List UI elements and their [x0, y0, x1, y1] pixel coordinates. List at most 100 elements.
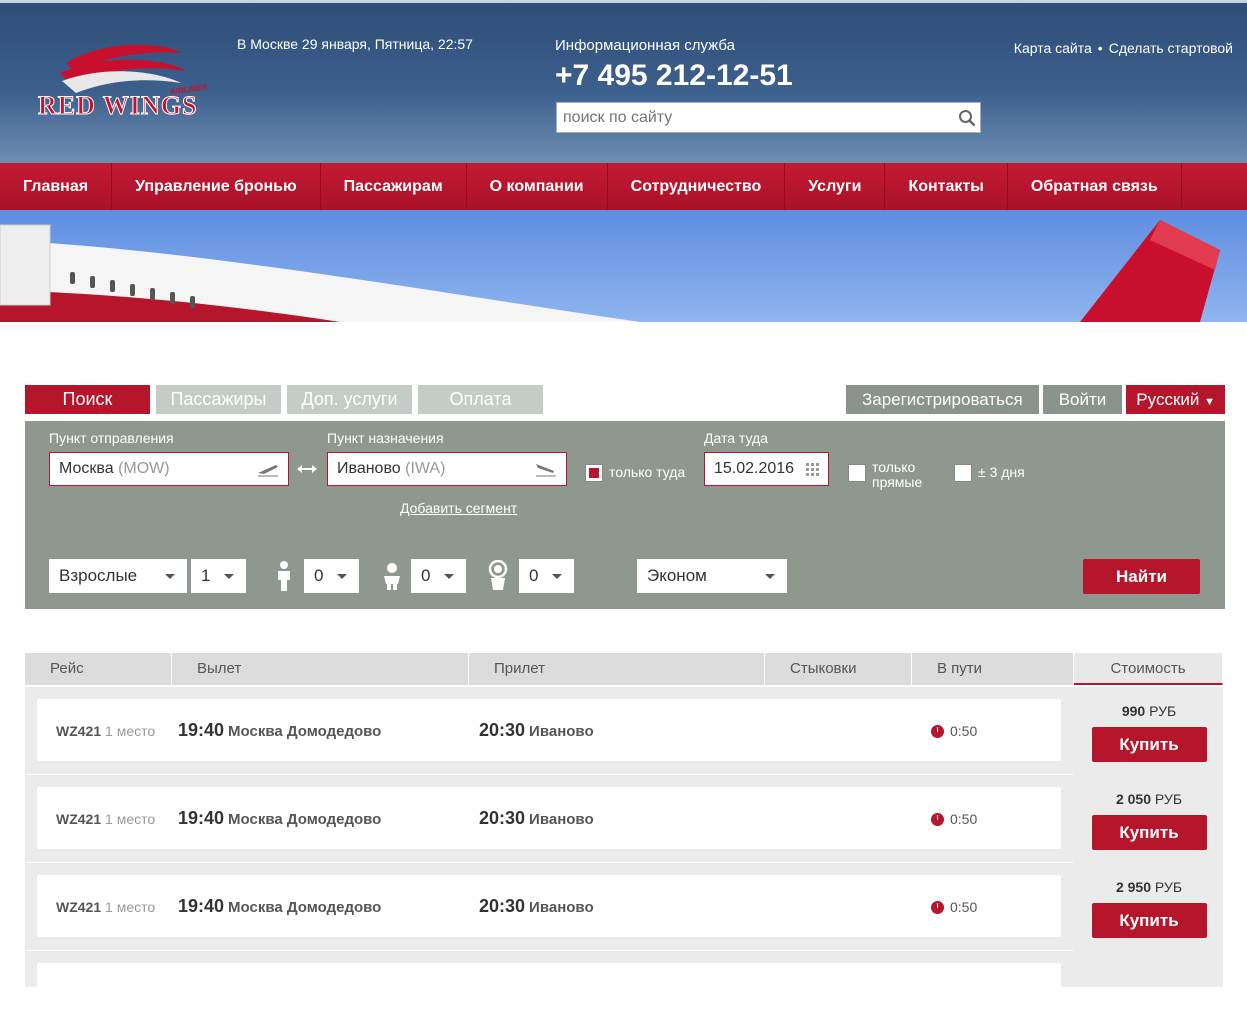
nav-item-manage-booking[interactable]: Управление бронью	[112, 163, 321, 210]
price-currency: РУБ	[1149, 703, 1177, 719]
clock-icon	[931, 725, 944, 738]
flight-row[interactable]	[37, 963, 1061, 1025]
departure-airport: Москва Домодедово	[228, 899, 382, 916]
col-arrival[interactable]: Прилет	[469, 653, 765, 685]
booking-steps: Поиск Пассажиры Доп. услуги Оплата	[25, 385, 543, 414]
departure-time: 19:40	[178, 720, 225, 740]
to-field[interactable]: Иваново (IWA)	[327, 452, 567, 486]
language-label: Русский	[1136, 390, 1200, 409]
seats-left: 1 место	[105, 723, 156, 739]
add-segment-link[interactable]: Добавить сегмент	[400, 500, 517, 516]
nav-item-feedback[interactable]: Обратная связь	[1008, 163, 1182, 210]
cabin-class-select[interactable]: Эконом	[637, 559, 787, 593]
language-dropdown[interactable]: Русский ▼	[1126, 385, 1225, 414]
infants-seat-count-select[interactable]: 0	[519, 559, 574, 593]
col-departure[interactable]: Вылет	[172, 653, 469, 685]
direct-only-checkbox[interactable]	[848, 464, 866, 482]
flight-number-cell: WZ421 1 место	[56, 723, 155, 739]
flight-row[interactable]: WZ421 1 место 19:40 Москва Домодедово 20:…	[37, 699, 1061, 761]
date-field[interactable]: 15.02.2016	[704, 452, 829, 486]
departure-time: 19:40	[178, 896, 225, 916]
adults-count-select[interactable]: 1	[191, 559, 246, 593]
from-code: (MOW)	[118, 460, 170, 477]
takeoff-icon	[258, 465, 278, 477]
swap-icon[interactable]	[297, 464, 317, 474]
flight-search-panel: Пункт отправления Москва (MOW) Пункт наз…	[25, 421, 1225, 609]
buy-button[interactable]: Купить	[1091, 903, 1207, 938]
nav-item-contacts[interactable]: Контакты	[885, 163, 1008, 210]
tab-search[interactable]: Поиск	[25, 385, 150, 414]
phone-number: +7 495 212-12-51	[555, 59, 793, 92]
site-header: RED WINGS AIRLINES В Москве 29 января, П…	[0, 0, 1247, 163]
chevron-down-icon	[224, 574, 234, 579]
nav-item-home[interactable]: Главная	[0, 163, 113, 210]
infants-count-value: 0	[421, 566, 431, 585]
row-divider	[25, 950, 1073, 951]
chevron-down-icon	[337, 574, 347, 579]
buy-button[interactable]: Купить	[1091, 815, 1207, 850]
main-nav: Главная Управление бронью Пассажирам О к…	[0, 163, 1247, 210]
buy-button[interactable]: Купить	[1091, 727, 1207, 762]
cabin-class-value: Эконом	[647, 566, 707, 585]
results-list: WZ421 1 место 19:40 Москва Домодедово 20:…	[25, 687, 1223, 1025]
nav-item-services[interactable]: Услуги	[785, 163, 886, 210]
col-connections[interactable]: Стыковки	[765, 653, 912, 685]
site-search-input[interactable]	[557, 103, 947, 132]
col-duration[interactable]: В пути	[912, 653, 1074, 685]
children-count-select[interactable]: 0	[304, 559, 359, 593]
flight-row[interactable]: WZ421 1 место 19:40 Москва Домодедово 20:…	[37, 787, 1061, 849]
clock-icon	[931, 813, 944, 826]
nav-item-passengers[interactable]: Пассажирам	[321, 163, 467, 210]
chevron-down-icon: ▼	[1204, 396, 1215, 408]
tab-payment[interactable]: Оплата	[418, 385, 543, 414]
chevron-down-icon	[765, 574, 775, 579]
banner-image	[0, 210, 1247, 322]
to-city: Иваново	[337, 460, 401, 477]
departure-time: 19:40	[178, 808, 225, 828]
col-flight[interactable]: Рейс	[25, 653, 172, 685]
find-button[interactable]: Найти	[1083, 559, 1200, 594]
calendar-icon	[806, 463, 819, 476]
duration-cell: 0:50	[931, 899, 977, 915]
infant-seat-icon	[488, 560, 508, 590]
flex-dates-checkbox[interactable]	[954, 464, 972, 482]
price-amount: 2 050	[1115, 791, 1152, 807]
price-cell: 2 950 РУБ Купить	[1075, 879, 1223, 938]
price-cell: 2 050 РУБ Купить	[1075, 791, 1223, 850]
sitemap-link[interactable]: Карта сайта	[1014, 40, 1092, 56]
chevron-down-icon	[165, 574, 175, 579]
from-field[interactable]: Москва (MOW)	[49, 452, 289, 486]
adults-count-value: 1	[201, 566, 211, 585]
col-price[interactable]: Стоимость	[1074, 653, 1223, 685]
price-amount: 2 950	[1115, 879, 1152, 895]
tab-extras[interactable]: Доп. услуги	[287, 385, 412, 414]
login-button[interactable]: Войти	[1042, 385, 1123, 414]
price-cell: 990 РУБ Купить	[1075, 703, 1223, 762]
date-value: 15.02.2016	[714, 460, 795, 477]
one-way-checkbox[interactable]	[585, 464, 603, 482]
arrival-time: 20:30	[479, 720, 526, 740]
nav-item-partnership[interactable]: Сотрудничество	[608, 163, 786, 210]
price: 990 РУБ	[1075, 703, 1223, 721]
arrival-cell: 20:30 Иваново	[479, 896, 594, 917]
tab-passengers[interactable]: Пассажиры	[156, 385, 281, 414]
duration-cell: 0:50	[931, 723, 977, 739]
flight-row[interactable]: WZ421 1 место 19:40 Москва Домодедово 20:…	[37, 875, 1061, 937]
direct-only-line2: прямые	[872, 474, 923, 490]
children-count-value: 0	[314, 566, 324, 585]
account-buttons: Зарегистрироваться Войти Русский ▼	[845, 385, 1225, 414]
search-icon[interactable]	[958, 109, 976, 127]
flex-dates-label: ± 3 дня	[978, 464, 1025, 480]
one-way-label: только туда	[609, 464, 686, 480]
arrival-city: Иваново	[529, 723, 594, 740]
duration-value: 0:50	[950, 723, 978, 739]
set-homepage-link[interactable]: Сделать стартовой	[1109, 40, 1233, 56]
departure-airport: Москва Домодедово	[228, 811, 382, 828]
arrival-city: Иваново	[529, 811, 594, 828]
passenger-type-value: Взрослые	[59, 566, 138, 585]
infants-count-select[interactable]: 0	[411, 559, 466, 593]
register-button[interactable]: Зарегистрироваться	[845, 385, 1039, 414]
passenger-type-select[interactable]: Взрослые	[49, 559, 187, 593]
nav-item-about[interactable]: О компании	[467, 163, 608, 210]
arrival-time: 20:30	[479, 896, 526, 916]
